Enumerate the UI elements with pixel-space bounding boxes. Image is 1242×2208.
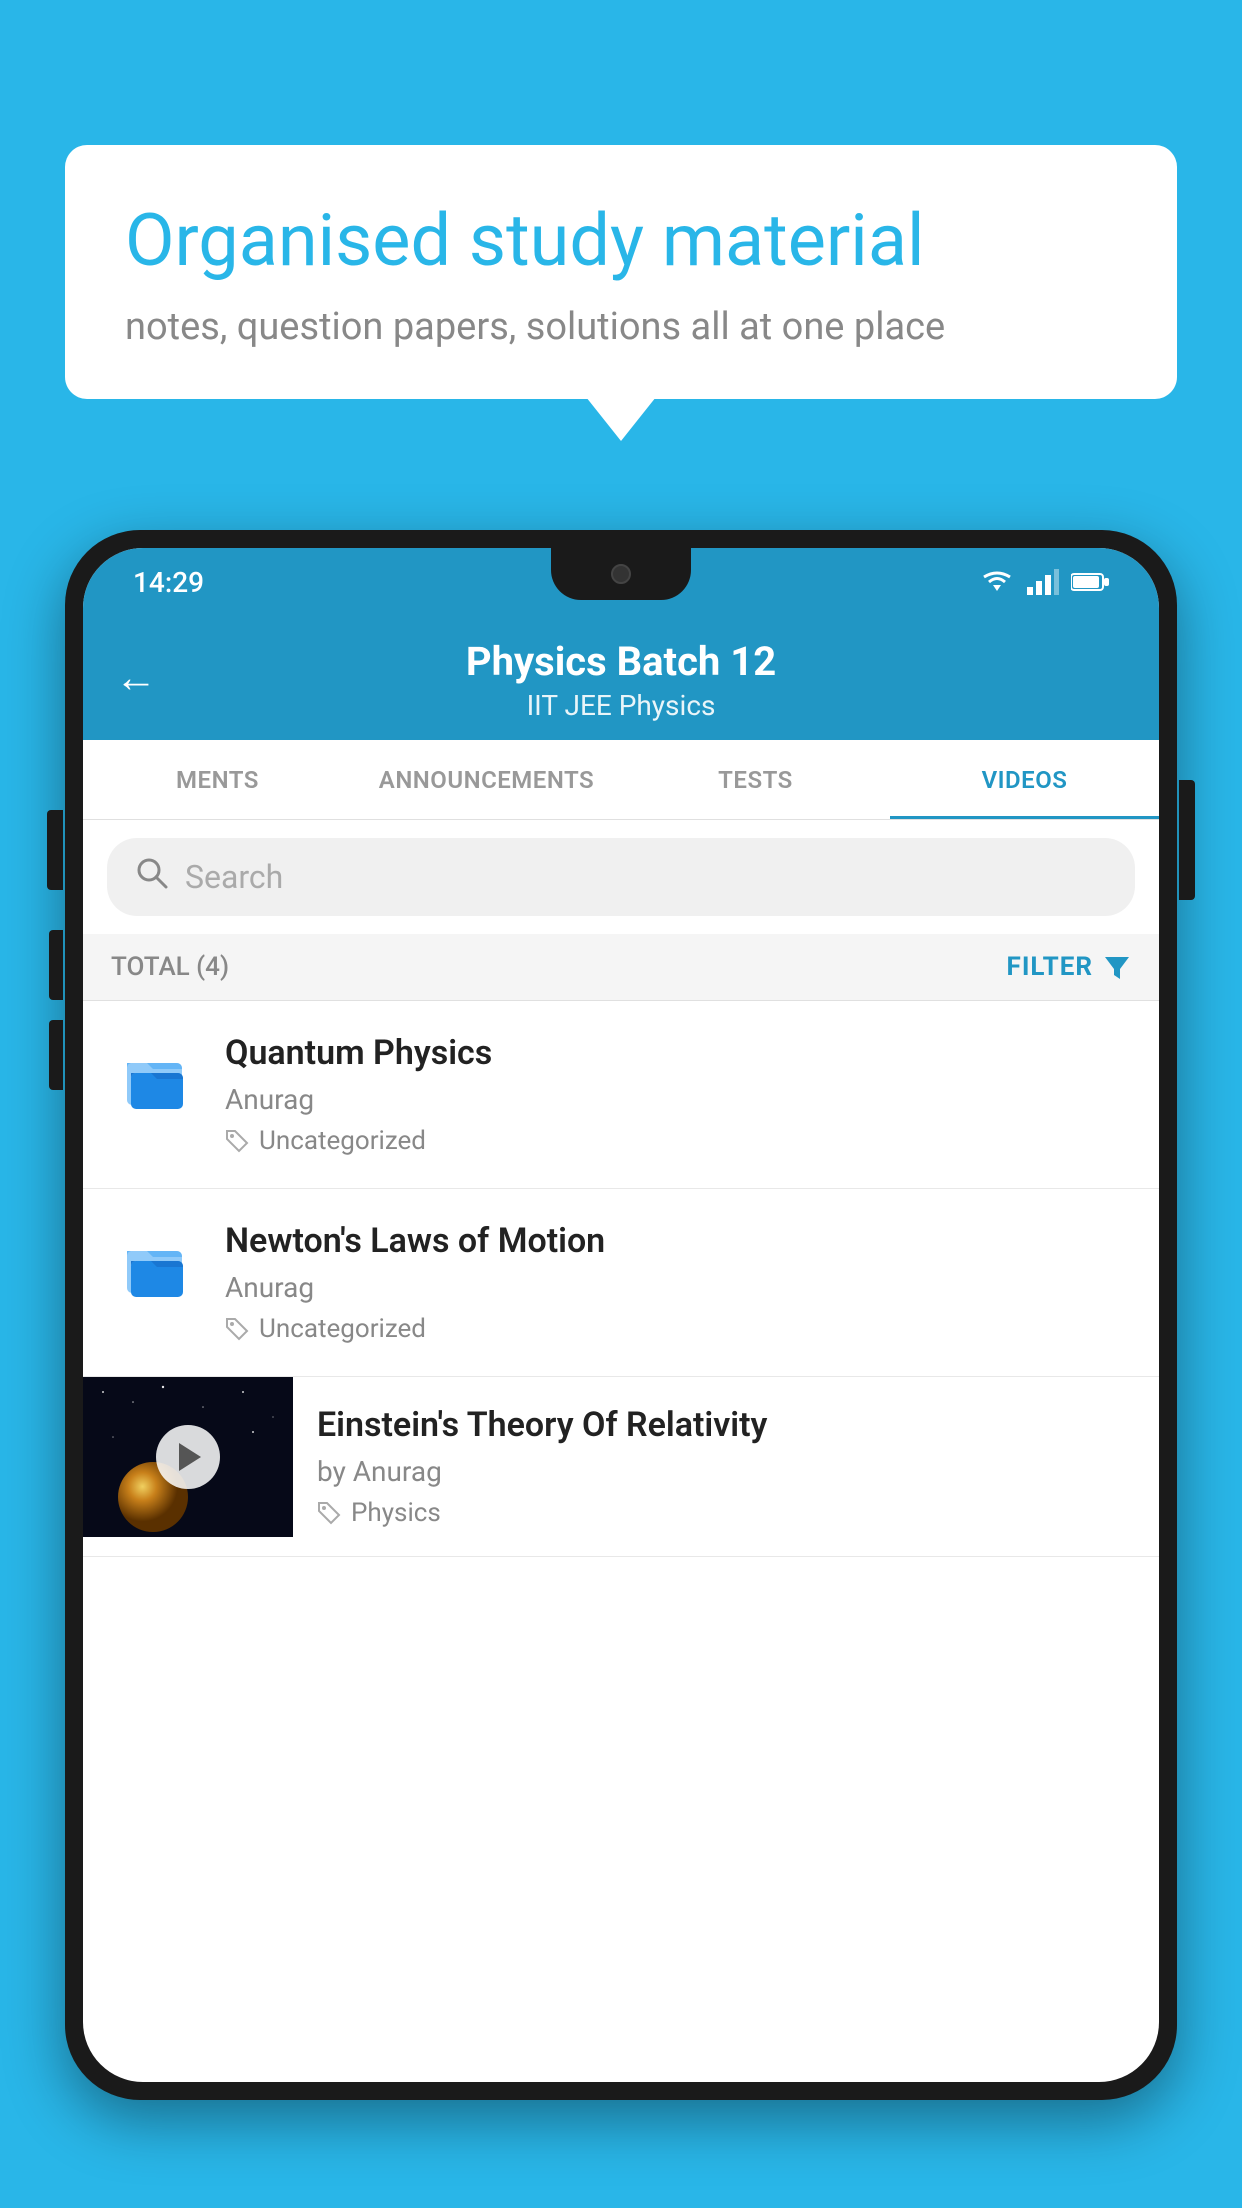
search-placeholder: Search — [185, 858, 283, 896]
folder-icon — [111, 1033, 201, 1123]
filter-bar: TOTAL (4) FILTER — [83, 934, 1159, 1001]
status-bar: 14:29 — [83, 548, 1159, 616]
filter-icon — [1103, 953, 1131, 981]
search-bar[interactable]: Search — [107, 838, 1135, 916]
video-title: Einstein's Theory Of Relativity — [317, 1405, 1135, 1445]
phone-screen: 14:29 — [83, 548, 1159, 2082]
tag-text: Physics — [351, 1498, 441, 1528]
status-time: 14:29 — [133, 566, 204, 599]
video-tag: Physics — [317, 1498, 1135, 1528]
play-button[interactable] — [156, 1425, 220, 1489]
notch — [551, 548, 691, 600]
video-tag: Uncategorized — [225, 1314, 1131, 1344]
search-container: Search — [83, 820, 1159, 934]
video-title: Newton's Laws of Motion — [225, 1221, 1131, 1261]
camera-dot — [611, 564, 631, 584]
folder-icon — [111, 1221, 201, 1311]
video-author: by Anurag — [317, 1455, 1135, 1488]
video-author: Anurag — [225, 1083, 1131, 1116]
filter-button[interactable]: FILTER — [1007, 952, 1131, 982]
tab-announcements[interactable]: ANNOUNCEMENTS — [352, 740, 621, 819]
tab-tests[interactable]: TESTS — [621, 740, 890, 819]
speech-bubble: Organised study material notes, question… — [65, 145, 1177, 399]
einstein-thumbnail — [83, 1377, 293, 1537]
play-triangle-icon — [179, 1443, 201, 1471]
status-icons — [979, 569, 1109, 595]
tag-icon — [225, 1129, 249, 1153]
video-info: Einstein's Theory Of Relativity by Anura… — [293, 1377, 1159, 1556]
video-info: Newton's Laws of Motion Anurag Uncategor… — [225, 1221, 1131, 1344]
speech-bubble-container: Organised study material notes, question… — [65, 145, 1177, 399]
back-button[interactable]: ← — [115, 654, 157, 703]
video-info: Quantum Physics Anurag Uncategorized — [225, 1033, 1131, 1156]
folder-svg — [119, 1041, 194, 1116]
phone-outer: 14:29 — [65, 530, 1177, 2100]
list-item[interactable]: Einstein's Theory Of Relativity by Anura… — [83, 1377, 1159, 1557]
bubble-subtitle: notes, question papers, solutions all at… — [125, 305, 1117, 349]
bubble-title: Organised study material — [125, 200, 1117, 283]
battery-icon — [1071, 571, 1109, 593]
tab-ments[interactable]: MENTS — [83, 740, 352, 819]
header-subtitle: IIT JEE Physics — [123, 689, 1119, 722]
search-icon — [135, 856, 169, 898]
tab-videos[interactable]: VIDEOS — [890, 740, 1159, 819]
tag-icon — [317, 1501, 341, 1525]
list-item[interactable]: Quantum Physics Anurag Uncategorized — [83, 1001, 1159, 1189]
video-tag: Uncategorized — [225, 1126, 1131, 1156]
list-item[interactable]: Newton's Laws of Motion Anurag Uncategor… — [83, 1189, 1159, 1377]
wifi-icon — [979, 569, 1015, 595]
video-title: Quantum Physics — [225, 1033, 1131, 1073]
video-list: Quantum Physics Anurag Uncategorized — [83, 1001, 1159, 1557]
header-title: Physics Batch 12 — [123, 638, 1119, 685]
app-header: ← Physics Batch 12 IIT JEE Physics — [83, 616, 1159, 740]
folder-svg — [119, 1229, 194, 1304]
tag-text: Uncategorized — [259, 1314, 426, 1344]
total-count: TOTAL (4) — [111, 952, 229, 982]
filter-label: FILTER — [1007, 952, 1093, 982]
signal-icon — [1027, 569, 1059, 595]
volume-down-button[interactable] — [49, 1020, 63, 1090]
phone-container: 14:29 — [65, 530, 1177, 2208]
tabs-container: MENTS ANNOUNCEMENTS TESTS VIDEOS — [83, 740, 1159, 820]
tag-text: Uncategorized — [259, 1126, 426, 1156]
tag-icon — [225, 1317, 249, 1341]
volume-up-button[interactable] — [49, 930, 63, 1000]
video-author: Anurag — [225, 1271, 1131, 1304]
